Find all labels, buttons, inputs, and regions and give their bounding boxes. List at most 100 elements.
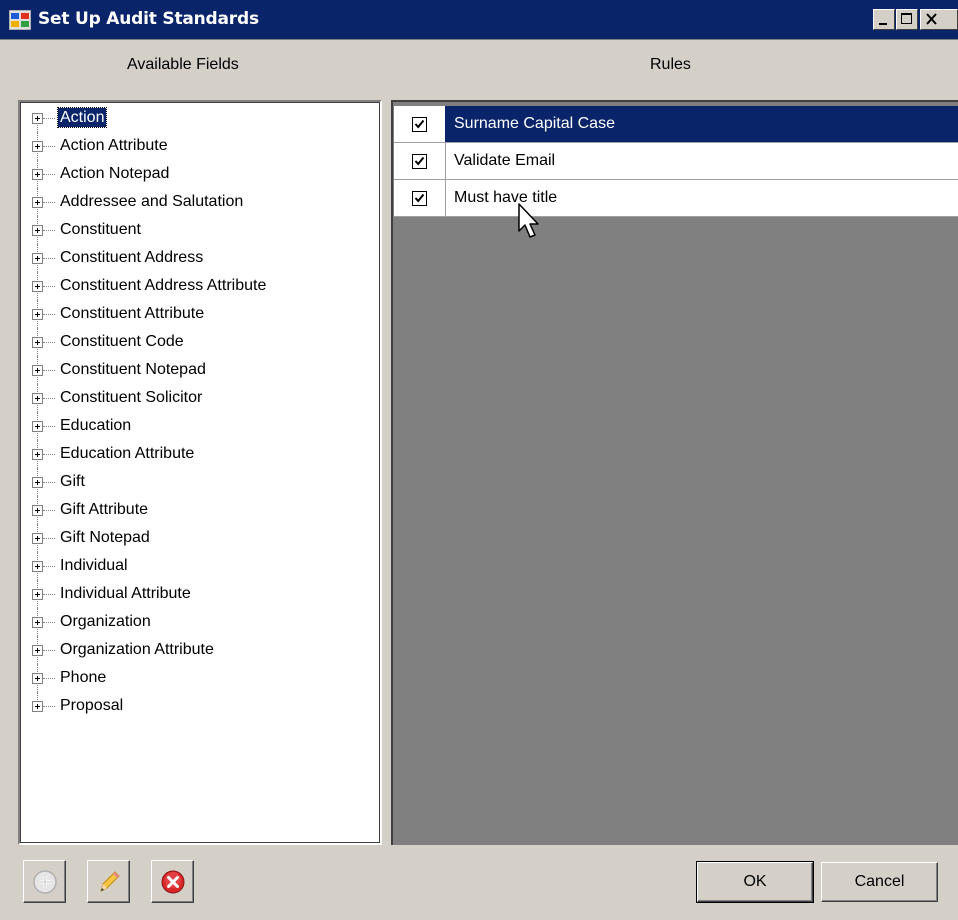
tree-item[interactable]: Action Attribute	[30, 132, 268, 160]
rule-enabled-checkbox[interactable]	[412, 154, 427, 169]
expand-plus-icon[interactable]	[32, 225, 43, 236]
expand-plus-icon[interactable]	[32, 393, 43, 404]
expand-plus-icon[interactable]	[32, 253, 43, 264]
tree-item-label: Constituent Address	[60, 249, 204, 266]
tree-list: Action Action Attribute Action Notepad Addr…	[30, 104, 268, 720]
tree-item[interactable]: Constituent Address	[30, 244, 268, 272]
title-bar[interactable]: Set Up Audit Standards	[0, 0, 958, 40]
rule-name: Must have title	[454, 189, 558, 206]
tree-item[interactable]: Education	[30, 412, 268, 440]
expand-plus-icon[interactable]	[32, 169, 43, 180]
tree-item[interactable]: Action Notepad	[30, 160, 268, 188]
app-icon	[8, 9, 32, 31]
expand-plus-icon[interactable]	[32, 673, 43, 684]
expand-plus-icon[interactable]	[32, 477, 43, 488]
tree-item-label: Organization	[60, 613, 151, 630]
tree-connector-dots	[43, 566, 55, 567]
expand-plus-icon[interactable]	[32, 533, 43, 544]
expand-plus-icon[interactable]	[32, 281, 43, 292]
expand-plus-icon[interactable]	[32, 701, 43, 712]
expand-plus-icon[interactable]	[32, 309, 43, 320]
tree-connector-dots	[43, 622, 55, 623]
expand-plus-icon[interactable]	[32, 505, 43, 516]
delete-rule-button[interactable]	[151, 860, 194, 903]
tree-item-label: Gift Notepad	[60, 529, 150, 546]
tree-item[interactable]: Constituent Solicitor	[30, 384, 268, 412]
tree-item[interactable]: Individual	[30, 552, 268, 580]
expand-plus-icon[interactable]	[32, 561, 43, 572]
edit-rule-button[interactable]	[87, 860, 130, 903]
tree-item[interactable]: Constituent Code	[30, 328, 268, 356]
minimize-button[interactable]	[873, 9, 895, 30]
tree-item[interactable]: Individual Attribute	[30, 580, 268, 608]
available-fields-tree[interactable]: Action Action Attribute Action Notepad Addr…	[18, 100, 382, 845]
pencil-icon	[100, 871, 120, 892]
tree-item[interactable]: Gift	[30, 468, 268, 496]
tree-connector-dots	[43, 426, 55, 427]
rule-enabled-checkbox[interactable]	[412, 117, 427, 132]
tree-connector-dots	[43, 510, 55, 511]
tree-item-label: Education	[60, 417, 132, 434]
tree-item-label: Gift	[60, 473, 85, 490]
tree-connector-dots	[43, 258, 55, 259]
expand-plus-icon[interactable]	[32, 337, 43, 348]
expand-plus-icon[interactable]	[32, 197, 43, 208]
tree-connector-dots	[43, 482, 55, 483]
expand-plus-icon[interactable]	[32, 645, 43, 656]
tree-item[interactable]: Addressee and Salutation	[30, 188, 268, 216]
rule-check-cell	[394, 143, 446, 179]
rule-check-cell	[394, 106, 446, 142]
tree-item-label: Proposal	[60, 697, 124, 714]
window-title: Set Up Audit Standards	[38, 9, 259, 29]
maximize-button[interactable]	[896, 9, 918, 30]
tree-connector-dots	[43, 594, 55, 595]
tree-connector-dots	[43, 454, 55, 455]
expand-plus-icon[interactable]	[32, 421, 43, 432]
rule-enabled-checkbox[interactable]	[412, 191, 427, 206]
tree-connector-dots	[43, 146, 55, 147]
rules-grid[interactable]: Surname Capital Case Validate Email Must h…	[391, 100, 958, 845]
tree-item-label: Organization Attribute	[60, 641, 214, 658]
expand-plus-icon[interactable]	[32, 617, 43, 628]
tree-item[interactable]: Organization Attribute	[30, 636, 268, 664]
tree-item-label: Phone	[60, 669, 107, 686]
rule-name: Surname Capital Case	[454, 115, 615, 132]
ok-button[interactable]: OK	[696, 861, 814, 903]
tree-item[interactable]: Constituent	[30, 216, 268, 244]
tree-item-label: Constituent Notepad	[60, 361, 206, 378]
tree-connector-dots	[43, 118, 55, 119]
tree-item[interactable]: Gift Notepad	[30, 524, 268, 552]
tree-item[interactable]: Constituent Notepad	[30, 356, 268, 384]
expand-plus-icon[interactable]	[32, 589, 43, 600]
rule-row[interactable]: Validate Email	[394, 143, 958, 180]
add-rule-button[interactable]	[23, 860, 66, 903]
expand-plus-icon[interactable]	[32, 449, 43, 460]
tree-item-label: Individual	[60, 557, 128, 574]
tree-item-label: Action Attribute	[60, 137, 168, 154]
rule-row[interactable]: Must have title	[394, 180, 958, 217]
expand-plus-icon[interactable]	[32, 365, 43, 376]
tree-item[interactable]: Proposal	[30, 692, 268, 720]
tree-item[interactable]: Phone	[30, 664, 268, 692]
tree-connector-dots	[43, 398, 55, 399]
rule-row[interactable]: Surname Capital Case	[394, 106, 958, 143]
tree-connector-dots	[43, 230, 55, 231]
tree-item[interactable]: Constituent Address Attribute	[30, 272, 268, 300]
tree-item-label: Addressee and Salutation	[60, 193, 244, 210]
tree-item[interactable]: Education Attribute	[30, 440, 268, 468]
close-button[interactable]	[920, 9, 958, 30]
tree-connector-dots	[43, 202, 55, 203]
expand-plus-icon[interactable]	[32, 141, 43, 152]
tree-item[interactable]: Organization	[30, 608, 268, 636]
tree-item[interactable]: Action	[30, 104, 268, 132]
tree-connector-dots	[43, 538, 55, 539]
tree-item-label: Constituent	[60, 221, 141, 238]
expand-plus-icon[interactable]	[32, 113, 43, 124]
rules-header: Rules	[650, 56, 691, 73]
tree-connector-dots	[43, 370, 55, 371]
cancel-button[interactable]: Cancel	[821, 862, 938, 902]
tree-item-label: Constituent Attribute	[60, 305, 205, 322]
tree-item[interactable]: Constituent Attribute	[30, 300, 268, 328]
maximize-icon	[901, 13, 912, 24]
tree-item[interactable]: Gift Attribute	[30, 496, 268, 524]
